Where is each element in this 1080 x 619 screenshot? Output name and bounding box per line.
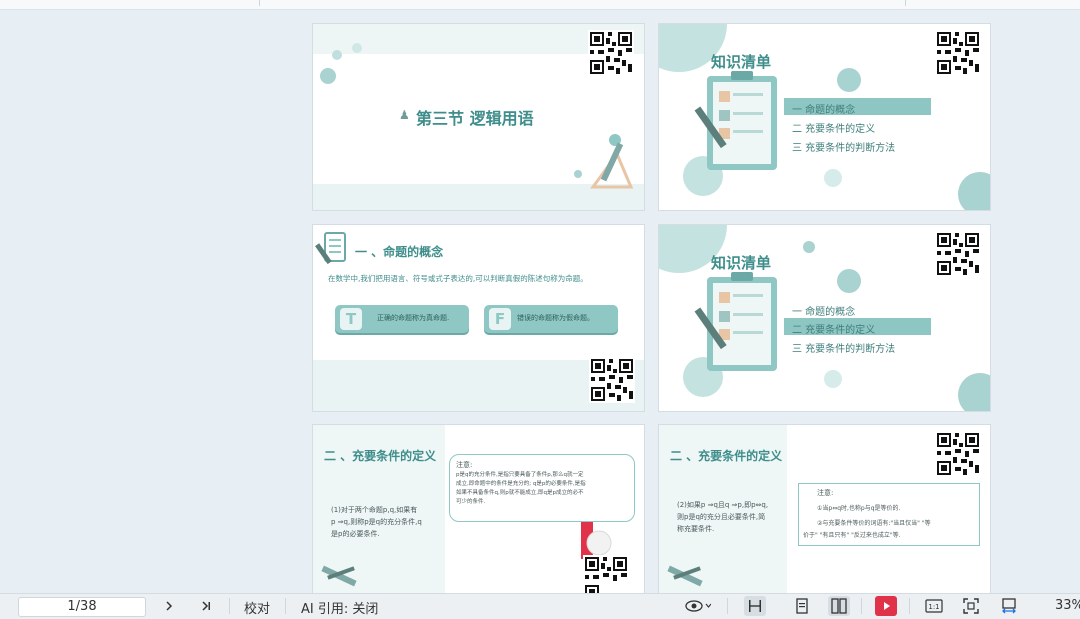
qr-code [935, 30, 981, 76]
slide-4-heading: 知识清单 [711, 254, 772, 272]
slide-2-heading: 知识清单 [711, 53, 772, 71]
qr-code [588, 30, 634, 76]
slide-thumbnail-1[interactable]: ♟ 第三节 逻辑用语 [313, 24, 644, 210]
note-line-3: 如果不具备条件q,则p就不能成立,即q是p成立的必不 [456, 490, 584, 496]
slide-thumbnail-2[interactable]: 知识清单 一 命题的概念 二 充要条件的定义 三 充要条件的判断方法 [659, 24, 990, 210]
false-proposition-text: 错误的命题称为假命题。 [517, 314, 594, 322]
true-proposition-card: T 正确的命题称为真命题. [335, 305, 469, 333]
divider [909, 598, 910, 614]
fit-width-icon[interactable] [744, 596, 766, 616]
slide-6-definition-line-2: 则p是q的充分且必要条件,简 [677, 513, 766, 521]
next-page-icon[interactable] [158, 596, 180, 616]
divider [861, 598, 862, 614]
note-line-2: 成立,即命题中的条件是充分的; q是p的必要条件,是指 [456, 481, 586, 487]
qr-code [583, 555, 629, 593]
divider [727, 598, 728, 614]
actual-size-icon[interactable]: 1:1 [923, 596, 945, 616]
fit-screen-icon[interactable] [960, 596, 982, 616]
slide-5-heading: 二 、充要条件的定义 [324, 449, 437, 463]
slide-6-definition-line-1: (2)如果p ⇒q且q ⇒p,即p⇔q, [677, 501, 769, 509]
list-item-3[interactable]: 三 充要条件的判断方法 [792, 139, 895, 154]
svg-text:1:1: 1:1 [928, 603, 939, 611]
double-page-icon[interactable] [828, 596, 850, 616]
slide-1-title: 第三节 逻辑用语 [416, 109, 534, 128]
note-title: 注意: [456, 461, 473, 469]
divider [285, 598, 286, 614]
false-proposition-card: F 错误的命题称为假命题。 [484, 305, 618, 333]
slide-6-note-box: 注意: ①当p⇔q时,也称p与q是等价的. ②与充要条件等价的词语有:"当且仅当… [798, 483, 980, 546]
page-number-input[interactable]: 1/38 [18, 597, 146, 617]
note-title: 注意: [817, 489, 834, 497]
slide-6-heading: 二 、充要条件的定义 [670, 449, 783, 463]
status-bar: 1/38 校对 AI 引用: 关闭 1:1 33% [0, 593, 1080, 619]
note-line-1: ①当p⇔q时,也称p与q是等价的. [817, 505, 901, 512]
slide-thumbnail-3[interactable]: 一 、命题的概念 在数学中,我们把用语言、符号或式子表达的,可以判断真假的陈述句… [313, 225, 644, 411]
list-item-1[interactable]: 一 命题的概念 [792, 101, 855, 116]
list-item-1[interactable]: 一 命题的概念 [792, 303, 855, 318]
top-toolbar [0, 0, 1080, 10]
eye-icon[interactable] [683, 596, 713, 616]
slide-5-definition-line-3: 是p的必要条件. [331, 530, 380, 538]
fit-page-width-icon[interactable] [998, 596, 1020, 616]
toolbar-divider [259, 0, 260, 6]
slide-3-body: 在数学中,我们把用语言、符号或式子表达的,可以判断真假的陈述句称为命题。 [328, 274, 588, 283]
note-line-4: 可少的条件. [456, 499, 486, 505]
slide-6-definition-line-3: 称充要条件. [677, 525, 715, 533]
note-line-2: ②与充要条件等价的词语有:"当且仅当" "等 [817, 520, 931, 527]
ai-cite-toggle[interactable]: AI 引用: 关闭 [301, 598, 378, 617]
proofread-button[interactable]: 校对 [244, 598, 270, 617]
slide-thumbnail-4[interactable]: 知识清单 一 命题的概念 二 充要条件的定义 三 充要条件的判断方法 [659, 225, 990, 411]
qr-code [589, 357, 635, 403]
slide-5-note-box: 注意: p是q的充分条件,是指只要具备了条件p,那么q就一定 成立,即命题中的条… [449, 454, 635, 522]
list-item-3[interactable]: 三 充要条件的判断方法 [792, 340, 895, 355]
toolbar-divider [905, 0, 906, 6]
slide-thumbnail-6[interactable]: 二 、充要条件的定义 (2)如果p ⇒q且q ⇒p,即p⇔q, 则p是q的充分且… [659, 425, 990, 593]
note-line-3: 价于" "有且只有" "反过来也成立"等. [803, 532, 901, 539]
slide-1-title-icon: ♟ [399, 108, 410, 122]
slide-thumbnail-5[interactable]: 二 、充要条件的定义 (1)对于两个命题p,q,如果有 p ⇒q,则称p是q的充… [313, 425, 644, 593]
note-line-1: p是q的充分条件,是指只要具备了条件p,那么q就一定 [456, 472, 584, 478]
last-page-icon[interactable] [195, 596, 217, 616]
t-letter-icon: T [340, 308, 362, 330]
play-icon[interactable] [875, 596, 897, 616]
list-item-2[interactable]: 二 充要条件的定义 [792, 321, 875, 336]
divider [229, 598, 230, 614]
zoom-level[interactable]: 33% [1055, 598, 1080, 613]
slide-5-definition-line-1: (1)对于两个命题p,q,如果有 [331, 506, 418, 514]
f-letter-icon: F [489, 308, 511, 330]
single-page-icon[interactable] [791, 596, 813, 616]
list-item-2[interactable]: 二 充要条件的定义 [792, 120, 875, 135]
true-proposition-text: 正确的命题称为真命题. [377, 314, 450, 322]
slide-3-heading: 一 、命题的概念 [355, 245, 444, 259]
qr-code [935, 431, 981, 477]
qr-code [935, 231, 981, 277]
slide-5-definition-line-2: p ⇒q,则称p是q的充分条件,q [331, 518, 422, 526]
